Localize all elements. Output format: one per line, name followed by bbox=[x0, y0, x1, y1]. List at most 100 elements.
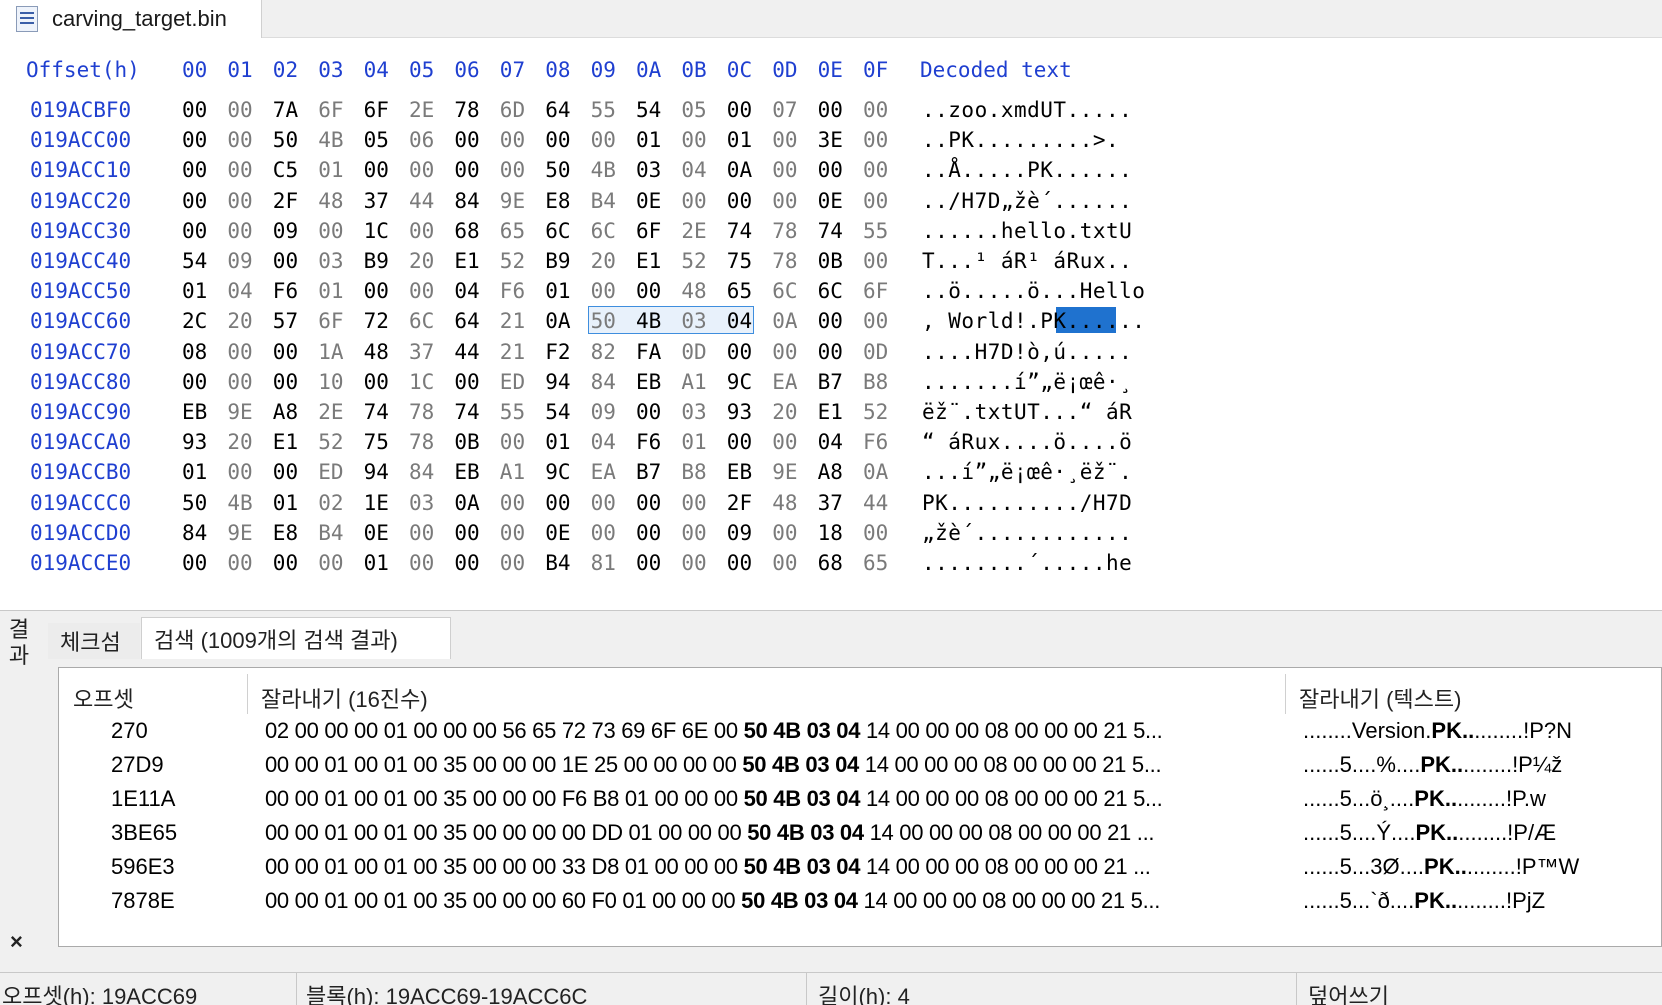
hex-byte[interactable]: 52 bbox=[500, 249, 525, 273]
hex-byte[interactable]: 4B bbox=[636, 309, 661, 333]
hex-byte[interactable]: 75 bbox=[364, 430, 389, 454]
hex-byte[interactable]: 01 bbox=[318, 158, 343, 182]
hex-byte[interactable]: 10 bbox=[318, 370, 343, 394]
hex-byte[interactable]: 00 bbox=[545, 491, 570, 515]
hex-byte[interactable]: 00 bbox=[727, 189, 752, 213]
hex-byte[interactable]: 00 bbox=[227, 98, 252, 122]
hex-byte[interactable]: 00 bbox=[227, 460, 252, 484]
hex-byte[interactable]: 06 bbox=[409, 128, 434, 152]
hex-byte[interactable]: 9E bbox=[772, 460, 797, 484]
hex-byte[interactable]: 1C bbox=[409, 370, 434, 394]
search-result-row[interactable]: 27D9 00 00 01 00 01 00 35 00 00 00 1E 25 … bbox=[59, 752, 1662, 786]
search-result-row[interactable]: 7878E 00 00 01 00 01 00 35 00 00 00 60 F0… bbox=[59, 888, 1662, 922]
hex-byte[interactable]: B4 bbox=[545, 551, 570, 575]
decoded-text[interactable]: ........´.....he bbox=[922, 551, 1132, 575]
hex-byte[interactable]: 20 bbox=[591, 249, 616, 273]
hex-byte[interactable]: 52 bbox=[681, 249, 706, 273]
hex-byte[interactable]: 0A bbox=[727, 158, 752, 182]
hex-byte[interactable]: 09 bbox=[727, 521, 752, 545]
hex-byte[interactable]: 00 bbox=[863, 128, 888, 152]
hex-byte[interactable]: 00 bbox=[500, 491, 525, 515]
hex-row[interactable]: 019ACBF0 00 00 7A 6F 6F 2E 78 6D 64 55 54 05 00 07 00 00… bbox=[0, 98, 1662, 128]
hex-byte[interactable]: 09 bbox=[227, 249, 252, 273]
hex-byte[interactable]: 20 bbox=[409, 249, 434, 273]
hex-byte[interactable]: 00 bbox=[727, 430, 752, 454]
hex-byte[interactable]: 21 bbox=[500, 340, 525, 364]
hex-byte[interactable]: 0E bbox=[364, 521, 389, 545]
hex-byte[interactable]: EB bbox=[636, 370, 661, 394]
close-icon[interactable]: × bbox=[10, 929, 23, 955]
hex-byte[interactable]: 00 bbox=[681, 128, 706, 152]
hex-byte[interactable]: 09 bbox=[591, 400, 616, 424]
hex-byte[interactable]: 00 bbox=[409, 158, 434, 182]
hex-row[interactable]: 019ACC40 54 09 00 03 B9 20 E1 52 B9 20 E1 52 75 78 0B 00… bbox=[0, 249, 1662, 279]
hex-byte[interactable]: 01 bbox=[545, 279, 570, 303]
hex-byte[interactable]: 0D bbox=[863, 340, 888, 364]
hex-byte[interactable]: FA bbox=[636, 340, 661, 364]
hex-byte[interactable]: 78 bbox=[772, 219, 797, 243]
hex-byte[interactable]: 00 bbox=[500, 551, 525, 575]
hex-byte[interactable]: 2E bbox=[318, 400, 343, 424]
hex-byte[interactable]: 2E bbox=[409, 98, 434, 122]
hex-byte[interactable]: 00 bbox=[273, 340, 298, 364]
hex-byte[interactable]: 00 bbox=[454, 370, 479, 394]
hex-byte[interactable]: 84 bbox=[591, 370, 616, 394]
column-divider[interactable] bbox=[247, 674, 248, 714]
hex-byte[interactable]: 44 bbox=[454, 340, 479, 364]
hex-byte[interactable]: 00 bbox=[772, 551, 797, 575]
hex-byte[interactable]: 6F bbox=[636, 219, 661, 243]
hex-byte[interactable]: 37 bbox=[818, 491, 843, 515]
hex-byte[interactable]: 00 bbox=[454, 128, 479, 152]
hex-byte[interactable]: B4 bbox=[591, 189, 616, 213]
hex-byte[interactable]: 00 bbox=[772, 521, 797, 545]
hex-byte[interactable]: 48 bbox=[681, 279, 706, 303]
hex-byte[interactable]: 37 bbox=[364, 189, 389, 213]
hex-byte[interactable]: 00 bbox=[182, 128, 207, 152]
hex-byte[interactable]: 6D bbox=[500, 98, 525, 122]
hex-byte[interactable]: 00 bbox=[318, 219, 343, 243]
hex-byte[interactable]: 00 bbox=[727, 340, 752, 364]
hex-byte[interactable]: 50 bbox=[273, 128, 298, 152]
hex-byte[interactable]: 00 bbox=[772, 128, 797, 152]
hex-byte[interactable]: 00 bbox=[772, 189, 797, 213]
tab-checksum[interactable]: 체크섬 bbox=[48, 623, 140, 659]
column-header-text[interactable]: 잘라내기 (텍스트) bbox=[1299, 682, 1461, 714]
search-result-row[interactable]: 270 02 00 00 00 01 00 00 00 56 65 72 73 6… bbox=[59, 718, 1662, 752]
hex-byte[interactable]: 00 bbox=[500, 521, 525, 545]
hex-byte[interactable]: 93 bbox=[727, 400, 752, 424]
hex-byte[interactable]: 74 bbox=[454, 400, 479, 424]
hex-byte[interactable]: 78 bbox=[454, 98, 479, 122]
hex-byte[interactable]: 00 bbox=[681, 189, 706, 213]
hex-byte[interactable]: 01 bbox=[545, 430, 570, 454]
hex-byte[interactable]: 00 bbox=[636, 279, 661, 303]
decoded-text[interactable]: ....H7D!ò‚ú..... bbox=[922, 340, 1132, 364]
hex-byte[interactable]: 00 bbox=[727, 98, 752, 122]
hex-byte[interactable]: 94 bbox=[545, 370, 570, 394]
hex-byte[interactable]: 00 bbox=[454, 551, 479, 575]
hex-byte[interactable]: 9C bbox=[727, 370, 752, 394]
hex-byte[interactable]: 48 bbox=[318, 189, 343, 213]
column-header-offset[interactable]: 오프셋 bbox=[73, 682, 134, 714]
hex-byte[interactable]: 00 bbox=[182, 370, 207, 394]
hex-byte[interactable]: ED bbox=[318, 460, 343, 484]
hex-byte[interactable]: 64 bbox=[545, 98, 570, 122]
hex-byte[interactable]: 6C bbox=[591, 219, 616, 243]
hex-row[interactable]: 019ACCB0 01 00 00 ED 94 84 EB A1 9C EA B7 B8 EB 9E A8 0A… bbox=[0, 460, 1662, 490]
hex-byte[interactable]: 2F bbox=[273, 189, 298, 213]
column-divider[interactable] bbox=[1285, 674, 1286, 714]
hex-row[interactable]: 019ACCC0 50 4B 01 02 1E 03 0A 00 00 00 00 00 2F 48 37 44… bbox=[0, 491, 1662, 521]
tab-search[interactable]: 검색 (1009개의 검색 결과) bbox=[141, 617, 451, 659]
hex-byte[interactable]: A1 bbox=[500, 460, 525, 484]
hex-byte[interactable]: 6C bbox=[772, 279, 797, 303]
hex-byte[interactable]: 00 bbox=[409, 551, 434, 575]
hex-byte[interactable]: 20 bbox=[772, 400, 797, 424]
hex-byte[interactable]: 00 bbox=[364, 158, 389, 182]
hex-byte[interactable]: 00 bbox=[818, 309, 843, 333]
hex-byte[interactable]: 50 bbox=[545, 158, 570, 182]
hex-byte[interactable]: 04 bbox=[591, 430, 616, 454]
hex-byte[interactable]: 50 bbox=[591, 309, 616, 333]
hex-byte[interactable]: 74 bbox=[364, 400, 389, 424]
decoded-text[interactable]: ..ö.....ö...Hello bbox=[922, 279, 1145, 303]
hex-byte[interactable]: 37 bbox=[409, 340, 434, 364]
search-result-row[interactable]: 1E11A 00 00 01 00 01 00 35 00 00 00 F6 B8… bbox=[59, 786, 1662, 820]
